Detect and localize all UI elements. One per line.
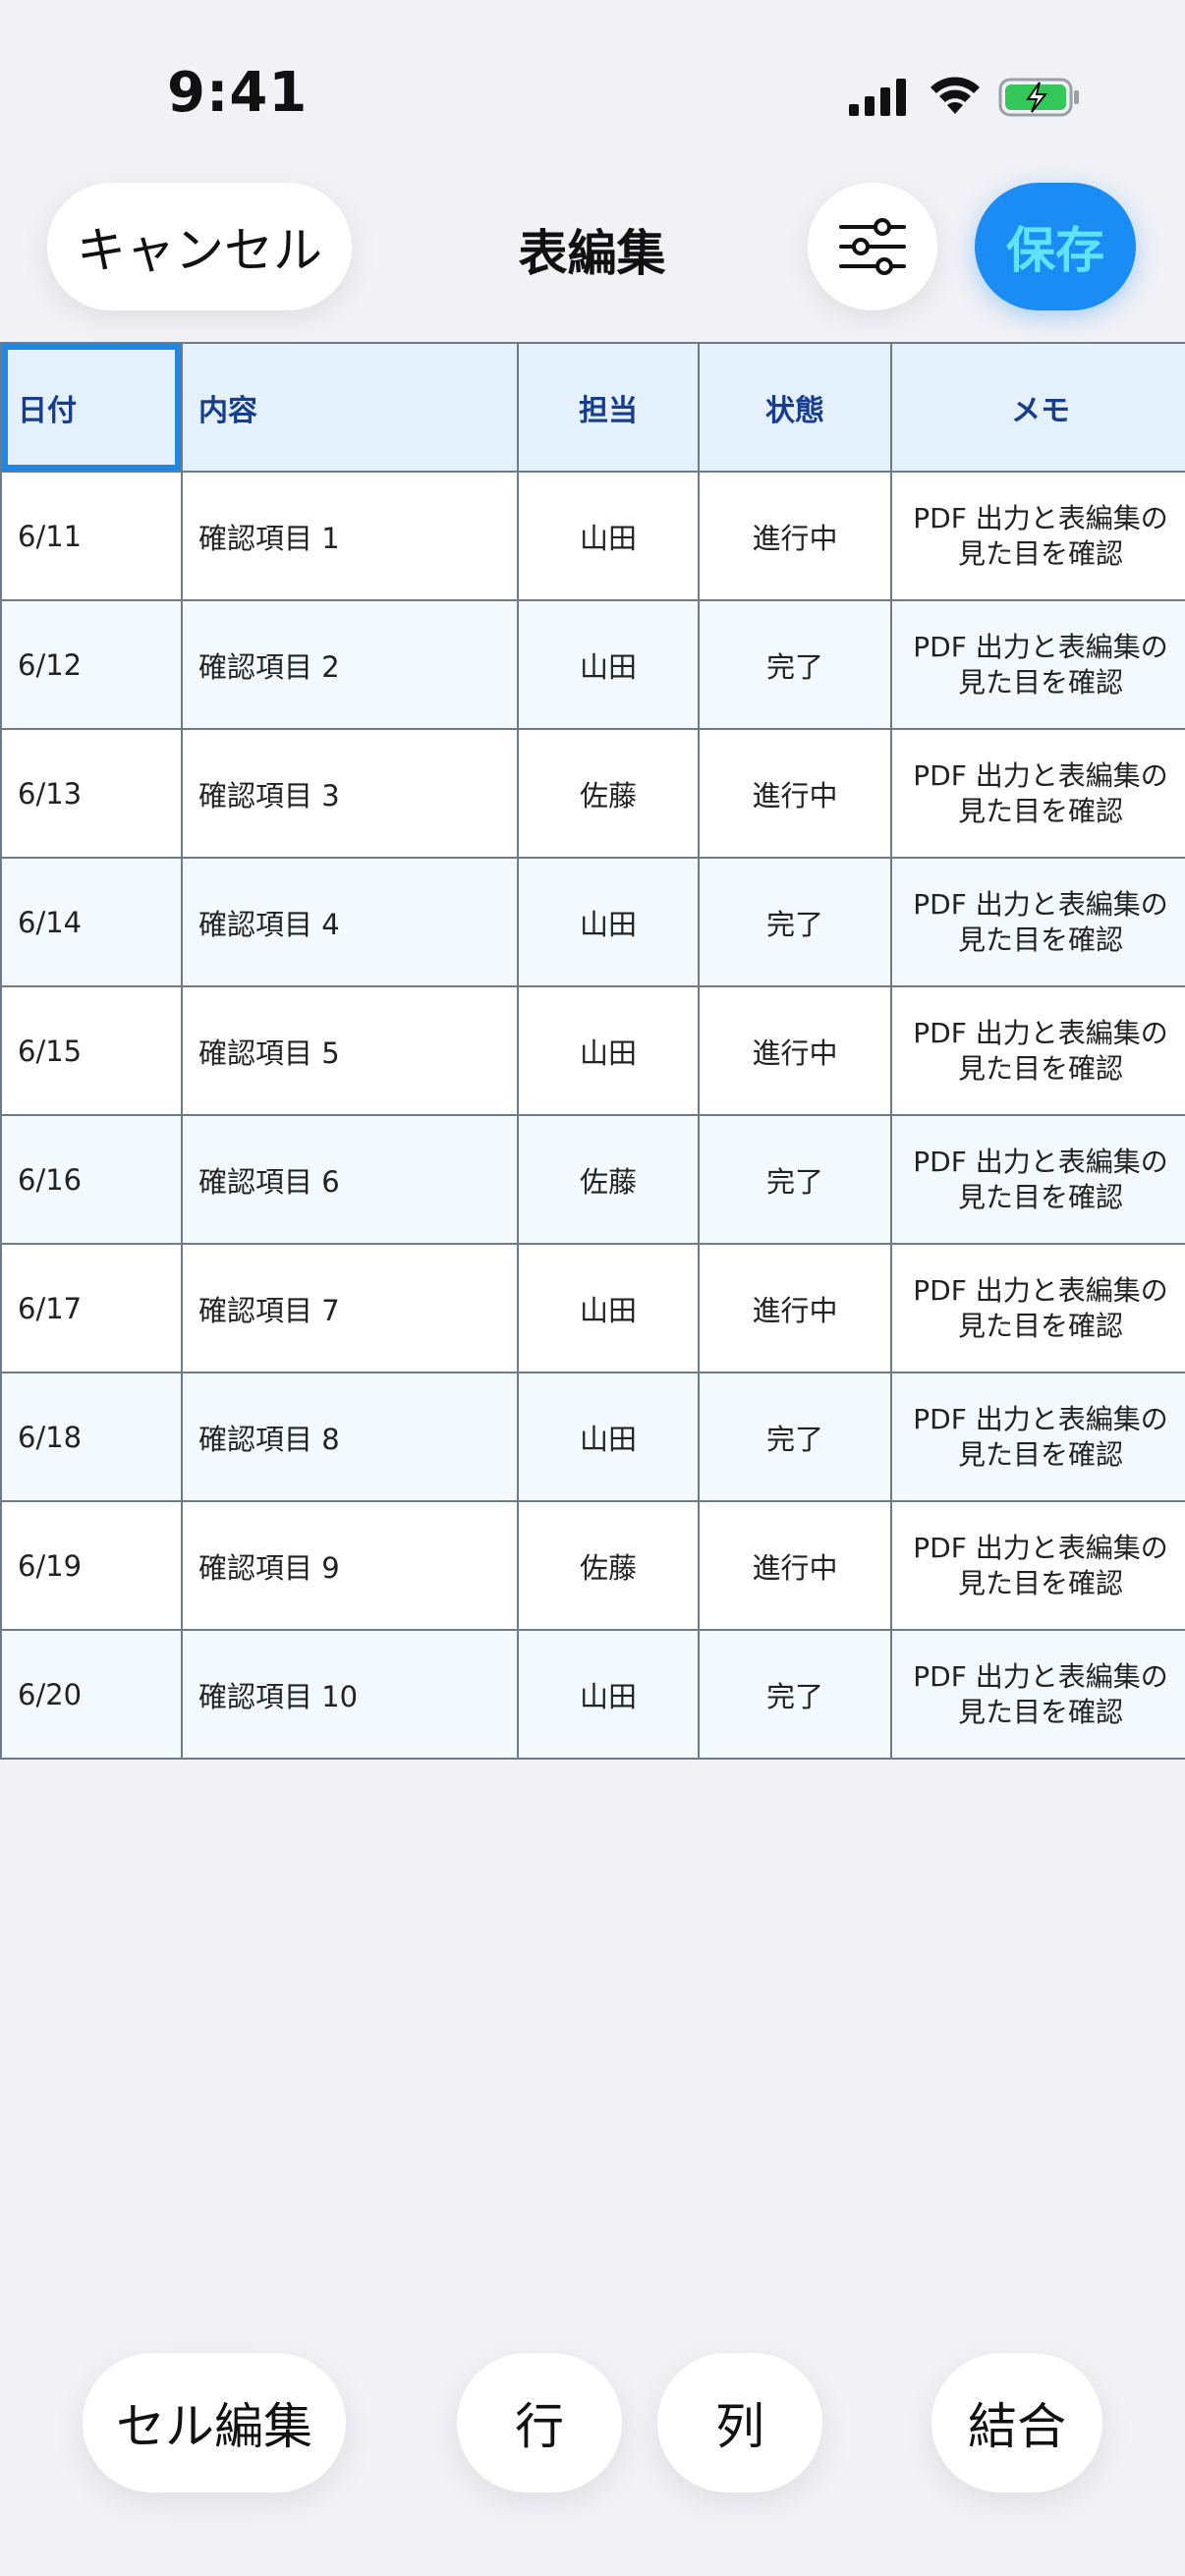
table-container[interactable]: 日付 内容 担当 状態 メモ 6/11 確認項目 1 山田 進行中 PDF 出力…	[0, 342, 1185, 1804]
cell-date[interactable]: 6/15	[0, 985, 183, 1116]
merge-button[interactable]: 結合	[931, 2353, 1102, 2492]
cell-memo[interactable]: PDF 出力と表編集の見た目を確認	[890, 471, 1185, 601]
status-bar: 9:41	[0, 0, 1185, 187]
cell-status[interactable]: 完了	[698, 599, 892, 730]
cell-content[interactable]: 確認項目 10	[181, 1629, 519, 1760]
cell-memo[interactable]: PDF 出力と表編集の見た目を確認	[890, 1629, 1185, 1760]
header-cell-status[interactable]: 状態	[698, 342, 892, 473]
page-title: 表編集	[518, 225, 666, 282]
sliders-icon	[839, 218, 906, 275]
table-row: 6/19 確認項目 9 佐藤 進行中 PDF 出力と表編集の見た目を確認	[0, 1500, 1185, 1631]
cell-content[interactable]: 確認項目 2	[181, 599, 519, 730]
cell-content[interactable]: 確認項目 1	[181, 471, 519, 601]
table-row: 6/11 確認項目 1 山田 進行中 PDF 出力と表編集の見た目を確認	[0, 471, 1185, 601]
cell-date[interactable]: 6/16	[0, 1114, 183, 1245]
cell-memo[interactable]: PDF 出力と表編集の見た目を確認	[890, 1372, 1185, 1502]
cell-date[interactable]: 6/11	[0, 471, 183, 601]
header-row: 日付 内容 担当 状態 メモ	[0, 342, 1185, 473]
cell-memo[interactable]: PDF 出力と表編集の見た目を確認	[890, 1500, 1185, 1631]
cell-assignee[interactable]: 山田	[517, 1243, 700, 1373]
cell-edit-button[interactable]: セル編集	[83, 2353, 346, 2492]
cell-date[interactable]: 6/19	[0, 1500, 183, 1631]
header-cell-memo[interactable]: メモ	[890, 342, 1185, 473]
cellular-signal-icon	[849, 79, 906, 116]
cell-assignee[interactable]: 山田	[517, 599, 700, 730]
table-row: 6/18 確認項目 8 山田 完了 PDF 出力と表編集の見た目を確認	[0, 1372, 1185, 1502]
table-row: 6/16 確認項目 6 佐藤 完了 PDF 出力と表編集の見た目を確認	[0, 1114, 1185, 1245]
cell-memo[interactable]: PDF 出力と表編集の見た目を確認	[890, 728, 1185, 859]
table-row: 6/17 確認項目 7 山田 進行中 PDF 出力と表編集の見た目を確認	[0, 1243, 1185, 1373]
cell-date[interactable]: 6/13	[0, 728, 183, 859]
cell-status[interactable]: 進行中	[698, 985, 892, 1116]
cell-date[interactable]: 6/17	[0, 1243, 183, 1373]
cell-assignee[interactable]: 山田	[517, 857, 700, 987]
header-cell-content[interactable]: 内容	[181, 342, 519, 473]
table-row: 6/12 確認項目 2 山田 完了 PDF 出力と表編集の見た目を確認	[0, 599, 1185, 730]
cell-content[interactable]: 確認項目 3	[181, 728, 519, 859]
cell-status[interactable]: 完了	[698, 1114, 892, 1245]
settings-button[interactable]	[808, 183, 937, 310]
status-time: 9:41	[167, 61, 309, 125]
cell-assignee[interactable]: 山田	[517, 1372, 700, 1502]
cell-assignee[interactable]: 山田	[517, 1629, 700, 1760]
save-button[interactable]: 保存	[975, 183, 1136, 310]
cell-content[interactable]: 確認項目 5	[181, 985, 519, 1116]
cell-date[interactable]: 6/12	[0, 599, 183, 730]
cell-assignee[interactable]: 山田	[517, 471, 700, 601]
cancel-button[interactable]: キャンセル	[47, 183, 352, 310]
cell-memo[interactable]: PDF 出力と表編集の見た目を確認	[890, 857, 1185, 987]
cell-status[interactable]: 進行中	[698, 1243, 892, 1373]
cell-status[interactable]: 完了	[698, 857, 892, 987]
data-table: 日付 内容 担当 状態 メモ 6/11 確認項目 1 山田 進行中 PDF 出力…	[0, 342, 1185, 1760]
cell-date[interactable]: 6/14	[0, 857, 183, 987]
cell-status[interactable]: 進行中	[698, 1500, 892, 1631]
cell-content[interactable]: 確認項目 9	[181, 1500, 519, 1631]
cell-assignee[interactable]: 佐藤	[517, 728, 700, 859]
table-row: 6/20 確認項目 10 山田 完了 PDF 出力と表編集の見た目を確認	[0, 1629, 1185, 1760]
cell-memo[interactable]: PDF 出力と表編集の見た目を確認	[890, 985, 1185, 1116]
cell-content[interactable]: 確認項目 8	[181, 1372, 519, 1502]
header-cell-assignee[interactable]: 担当	[517, 342, 700, 473]
cell-status[interactable]: 完了	[698, 1629, 892, 1760]
cell-memo[interactable]: PDF 出力と表編集の見た目を確認	[890, 1243, 1185, 1373]
wifi-icon	[931, 77, 980, 114]
cell-memo[interactable]: PDF 出力と表編集の見た目を確認	[890, 599, 1185, 730]
table-row: 6/14 確認項目 4 山田 完了 PDF 出力と表編集の見た目を確認	[0, 857, 1185, 987]
cell-content[interactable]: 確認項目 4	[181, 857, 519, 987]
cell-date[interactable]: 6/18	[0, 1372, 183, 1502]
cell-memo[interactable]: PDF 出力と表編集の見た目を確認	[890, 1114, 1185, 1245]
table-row: 6/13 確認項目 3 佐藤 進行中 PDF 出力と表編集の見た目を確認	[0, 728, 1185, 859]
cell-date[interactable]: 6/20	[0, 1629, 183, 1760]
cell-status[interactable]: 完了	[698, 1372, 892, 1502]
column-button[interactable]: 列	[657, 2353, 822, 2492]
cell-content[interactable]: 確認項目 6	[181, 1114, 519, 1245]
cell-status[interactable]: 進行中	[698, 728, 892, 859]
battery-charging-icon	[998, 78, 1079, 117]
row-button[interactable]: 行	[457, 2353, 622, 2492]
cell-assignee[interactable]: 山田	[517, 985, 700, 1116]
cell-content[interactable]: 確認項目 7	[181, 1243, 519, 1373]
table-row: 6/15 確認項目 5 山田 進行中 PDF 出力と表編集の見た目を確認	[0, 985, 1185, 1116]
header-cell-date[interactable]: 日付	[0, 342, 183, 473]
cell-assignee[interactable]: 佐藤	[517, 1500, 700, 1631]
cell-status[interactable]: 進行中	[698, 471, 892, 601]
cell-assignee[interactable]: 佐藤	[517, 1114, 700, 1245]
